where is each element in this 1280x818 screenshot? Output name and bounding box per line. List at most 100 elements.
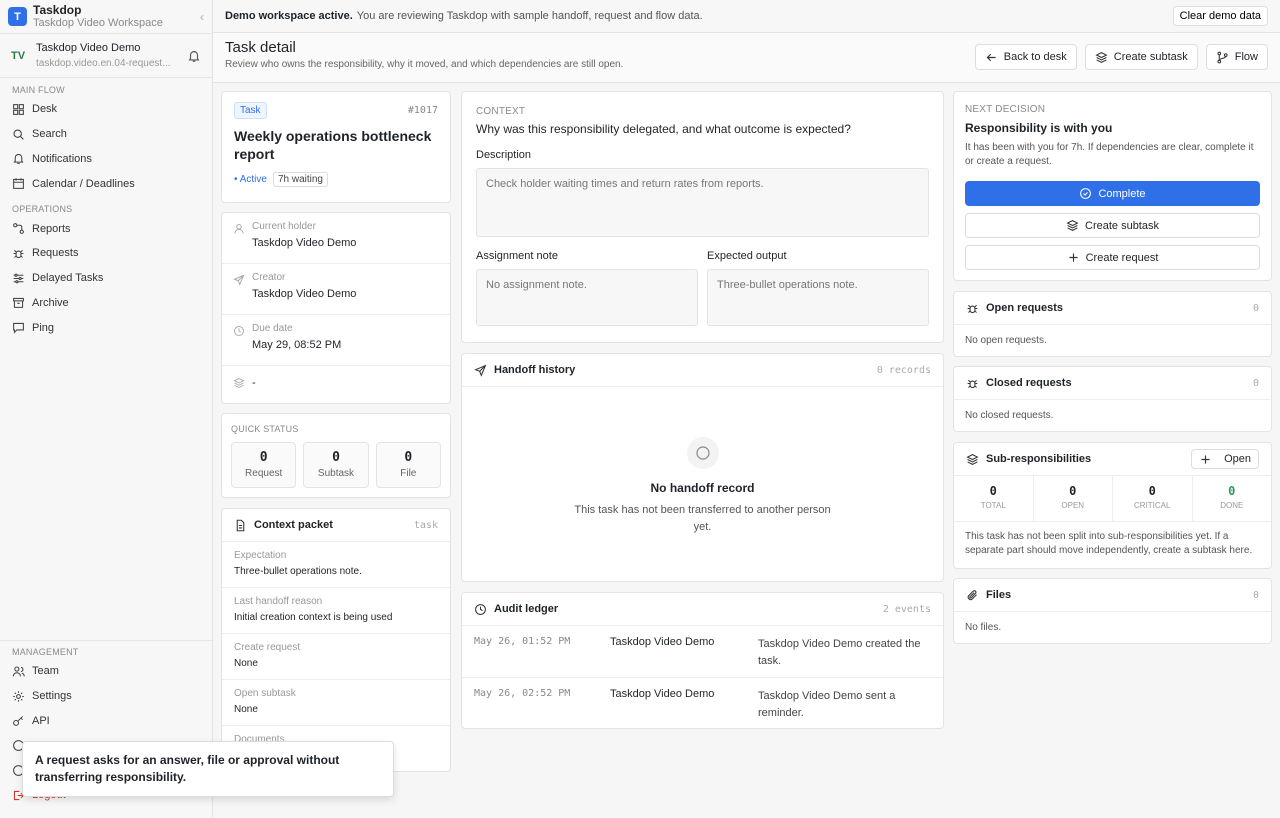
- layers-icon: [966, 453, 979, 465]
- stat-done: 0 DONE: [1193, 476, 1272, 521]
- closed-requests-count: 0: [1252, 377, 1259, 389]
- sub-responsibilities-title: Sub-responsibilities: [986, 453, 1092, 465]
- layers-row: -: [222, 366, 450, 402]
- assignment-note-field[interactable]: No assignment note.: [476, 269, 698, 326]
- brand: T Taskdop Taskdop Video Workspace ‹: [0, 0, 212, 34]
- check-circle-icon: [1080, 188, 1092, 199]
- create-subtask-label: Create subtask: [1113, 51, 1188, 63]
- audit-row: May 26, 01:52 PM Taskdop Video Demo Task…: [462, 626, 943, 678]
- quick-status-file[interactable]: 0 File: [375, 442, 441, 488]
- last-handoff-label: Last handoff reason: [234, 596, 323, 607]
- sidebar-item-settings[interactable]: Settings: [0, 684, 212, 709]
- audit-ledger-title: Audit ledger: [494, 603, 559, 615]
- section-label-main: MAIN FLOW: [12, 85, 65, 95]
- request-tooltip: A request asks for an answer, file or ap…: [22, 741, 394, 797]
- stat-critical: 0 CRITICAL: [1113, 476, 1193, 521]
- sidebar-item-ping[interactable]: Ping: [0, 315, 212, 340]
- complete-label: Complete: [1098, 187, 1146, 200]
- create-subtask-button[interactable]: Create subtask: [965, 213, 1260, 238]
- sidebar-item-archive[interactable]: Archive: [0, 291, 212, 316]
- sidebar-item-label: Reports: [32, 222, 71, 235]
- key-icon: [13, 716, 23, 727]
- sidebar-item-desk[interactable]: Desk: [0, 97, 212, 122]
- archive-icon: [13, 298, 24, 309]
- create-subtask-header-button[interactable]: Create subtask: [1084, 44, 1198, 70]
- banner-bold: Demo workspace active.: [225, 10, 353, 22]
- message-icon: [13, 323, 24, 334]
- status-badge: • Active: [234, 174, 267, 185]
- arrow-left-icon: [986, 53, 996, 61]
- send-icon: [474, 364, 487, 377]
- calendar-icon: [13, 178, 24, 190]
- clear-demo-data-button[interactable]: Clear demo data: [1172, 6, 1268, 26]
- audit-time: May 26, 02:52 PM: [474, 688, 571, 699]
- send-icon: [233, 274, 245, 286]
- audit-count: 2 events: [882, 603, 931, 615]
- stat-open: 0 OPEN: [1034, 476, 1113, 521]
- audit-row: May 26, 02:52 PM Taskdop Video Demo Task…: [462, 678, 943, 730]
- expected-output-field[interactable]: Three-bullet operations note.: [707, 269, 929, 326]
- current-holder-row: Current holder Taskdop Video Demo: [222, 213, 450, 264]
- avatar: TV: [11, 49, 26, 62]
- open-subtask-button[interactable]: Open: [1191, 449, 1259, 469]
- subtask-count: 0: [332, 450, 340, 465]
- closed-requests-header: Closed requests 0: [954, 367, 1271, 400]
- sidebar-item-label: Search: [32, 128, 67, 141]
- gear-icon: [13, 690, 24, 702]
- page-header: Task detail Review who owns the responsi…: [213, 33, 1280, 83]
- sidebar-item-calendar[interactable]: Calendar / Deadlines: [0, 171, 212, 196]
- closed-requests-card: Closed requests 0 No closed requests.: [953, 366, 1272, 432]
- audit-actor: Taskdop Video Demo: [610, 636, 715, 648]
- total-label: TOTAL: [980, 501, 1006, 510]
- sidebar-item-reports[interactable]: Reports: [0, 216, 212, 241]
- sidebar-item-search[interactable]: Search: [0, 122, 212, 147]
- next-decision-text: It has been with you for 7h. If dependen…: [965, 142, 1254, 167]
- user-block[interactable]: TV Taskdop Video Demo taskdop.video.en.0…: [0, 34, 212, 78]
- open-requests-title: Open requests: [986, 302, 1064, 314]
- handoff-empty-title: No handoff record: [650, 481, 755, 495]
- banner-message: You are reviewing Taskdop with sample ha…: [356, 10, 703, 22]
- handoff-history-title: Handoff history: [494, 364, 576, 376]
- sidebar-item-requests[interactable]: Requests: [0, 241, 212, 266]
- layers-icon: [1095, 51, 1108, 63]
- bell-icon[interactable]: [187, 49, 201, 63]
- handoff-empty-text: This task has not been transferred to an…: [574, 504, 831, 533]
- quick-status-request[interactable]: 0 Request: [231, 442, 297, 488]
- task-summary-card: Task #1017 Weekly operations bottleneck …: [221, 91, 451, 203]
- sidebar-item-label: Delayed Tasks: [32, 272, 104, 285]
- request-count: 0: [259, 450, 268, 465]
- open-stat-label: OPEN: [1061, 501, 1085, 510]
- search-icon: [13, 129, 24, 140]
- done-count: 0: [1228, 484, 1236, 498]
- sidebar-item-api[interactable]: API: [0, 709, 212, 734]
- sidebar-item-label: Settings: [32, 690, 72, 703]
- open-subtask-label: Open subtask: [234, 688, 296, 699]
- sidebar-item-team[interactable]: Team: [0, 659, 212, 684]
- expectation-row: Expectation Three-bullet operations note…: [222, 542, 450, 588]
- layers-icon: [233, 377, 245, 389]
- back-to-desk-button[interactable]: Back to desk: [974, 44, 1077, 70]
- flow-button[interactable]: Flow: [1205, 44, 1268, 70]
- document-icon: [236, 519, 245, 531]
- user-icon: [234, 224, 244, 234]
- files-empty: No files.: [965, 622, 1002, 633]
- next-decision-title: Responsibility is with you: [965, 121, 1113, 135]
- app-title: Taskdop: [33, 2, 82, 17]
- create-request-button[interactable]: Create request: [965, 245, 1260, 270]
- sub-responsibilities-header: Sub-responsibilities Open: [954, 443, 1271, 476]
- open-label: Open: [1224, 453, 1251, 465]
- description-field[interactable]: Check holder waiting times and return ra…: [476, 168, 929, 237]
- section-label-management: MANAGEMENT: [12, 647, 79, 657]
- open-requests-card: Open requests 0 No open requests.: [953, 291, 1272, 357]
- task-meta-card: Current holder Taskdop Video Demo Creato…: [221, 212, 451, 404]
- sidebar-item-delayed-tasks[interactable]: Delayed Tasks: [0, 266, 212, 291]
- due-date-value: May 29, 08:52 PM: [252, 339, 342, 351]
- sidebar-item-notifications[interactable]: Notifications: [0, 147, 212, 172]
- context-packet-title: Context packet: [254, 519, 333, 531]
- collapse-sidebar-icon[interactable]: ‹: [200, 10, 204, 24]
- quick-status-subtask[interactable]: 0 Subtask: [303, 442, 369, 488]
- context-kicker: CONTEXT: [476, 106, 526, 117]
- complete-button[interactable]: Complete: [965, 181, 1260, 206]
- description-label: Description: [476, 149, 532, 161]
- due-date-label: Due date: [252, 323, 293, 334]
